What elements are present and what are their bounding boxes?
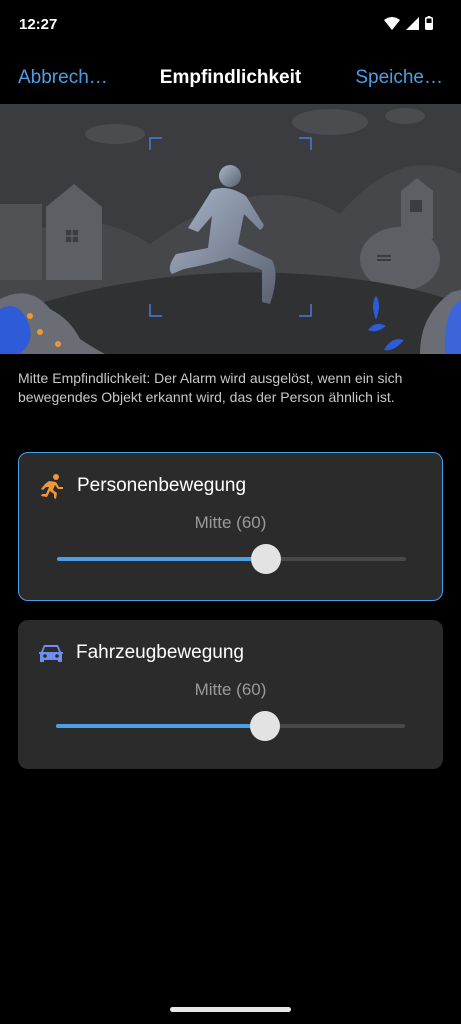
slider-fill [57,557,267,561]
home-indicator[interactable] [170,1007,291,1012]
status-time: 12:27 [19,16,58,33]
slider-fill [56,724,266,728]
battery-icon [425,16,433,30]
vehicle-motion-value: Mitte (60) [194,680,267,699]
header-bar: Abbrech… Empfindlichkeit Speiche… [0,50,461,104]
person-motion-card[interactable]: Personenbewegung Mitte (60) [18,452,443,601]
vehicle-motion-card[interactable]: Fahrzeugbewegung Mitte (60) [18,620,443,769]
vehicle-motion-title: Fahrzeugbewegung [76,642,244,663]
person-motion-slider[interactable] [57,544,406,574]
page-title: Empfindlichkeit [159,67,302,88]
sensitivity-description: Mitte Empfindlichkeit: Der Alarm wird au… [18,370,403,405]
person-motion-title: Personenbewegung [77,475,247,496]
vehicle-motion-slider[interactable] [56,711,405,741]
person-motion-value: Mitte (60) [194,513,267,532]
car-icon [39,645,63,662]
running-person-icon [41,474,63,499]
motion-illustration [0,104,461,354]
wifi-icon [384,16,400,30]
cell-signal-icon [406,16,419,30]
slider-thumb[interactable] [251,544,282,574]
save-button[interactable]: Speiche… [355,67,443,89]
slider-thumb[interactable] [250,711,281,741]
status-icons [384,16,433,30]
status-bar: 12:27 [0,0,461,50]
cancel-button[interactable]: Abbrech… [18,67,108,89]
illustration-graphic [0,104,461,354]
